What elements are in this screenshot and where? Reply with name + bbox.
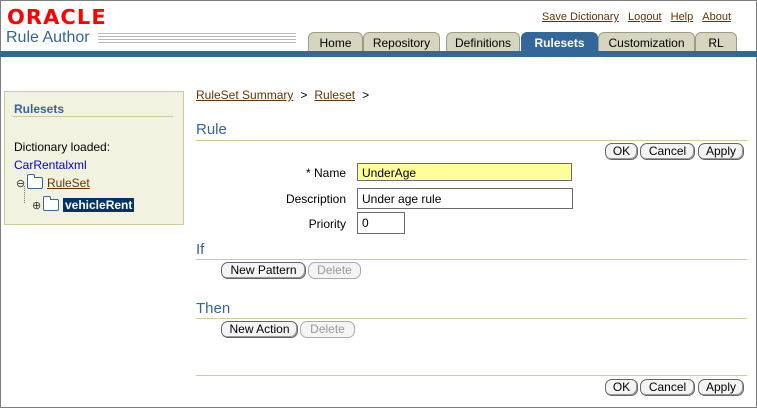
breadcrumb-separator: >	[362, 88, 370, 102]
tab-rulesets[interactable]: Rulesets	[521, 32, 598, 52]
then-divider	[196, 318, 747, 319]
name-label: * Name	[305, 166, 346, 180]
dictionary-name-link[interactable]: CarRentalxml	[14, 158, 87, 172]
rule-heading: Rule	[196, 121, 227, 138]
folder-icon	[27, 174, 43, 189]
priority-field[interactable]: 0	[357, 212, 405, 234]
if-heading: If	[196, 241, 205, 258]
footer-cancel-button[interactable]: Cancel	[640, 379, 695, 396]
tree-node-vehiclerent: ⊕ vehicleRent	[32, 196, 135, 212]
help-link[interactable]: Help	[671, 11, 694, 23]
footer-divider	[196, 375, 747, 376]
title-decoration	[98, 33, 296, 45]
rule-divider	[196, 140, 747, 141]
description-label: Description	[285, 192, 346, 206]
footer-apply-button[interactable]: Apply	[698, 379, 744, 396]
vehiclerent-node[interactable]: vehicleRent	[63, 198, 135, 212]
collapse-icon[interactable]: ⊖	[16, 177, 26, 190]
ruleset-link[interactable]: RuleSet	[47, 176, 90, 190]
apply-button[interactable]: Apply	[698, 143, 744, 160]
global-links: Save Dictionary Logout Help About	[533, 11, 731, 23]
save-dictionary-link[interactable]: Save Dictionary	[542, 11, 619, 23]
tab-repository[interactable]: Repository	[363, 32, 440, 52]
priority-label: Priority	[308, 217, 346, 231]
breadcrumb: RuleSet Summary > Ruleset >	[196, 88, 376, 102]
new-action-button[interactable]: New Action	[221, 321, 298, 338]
tab-definitions[interactable]: Definitions	[446, 32, 520, 52]
delete-pattern-button[interactable]: Delete	[308, 262, 361, 279]
breadcrumb-ruleset[interactable]: Ruleset	[314, 88, 355, 102]
folder-icon	[43, 196, 59, 211]
tab-underline	[0, 51, 757, 57]
tab-home[interactable]: Home	[308, 32, 363, 52]
rulesets-sidebar: Rulesets Dictionary loaded: CarRentalxml…	[4, 91, 184, 225]
new-pattern-button[interactable]: New Pattern	[221, 262, 306, 279]
expand-icon[interactable]: ⊕	[32, 199, 42, 212]
tree-node-ruleset: ⊖ RuleSet	[16, 174, 90, 190]
sidebar-heading: Rulesets	[14, 102, 65, 116]
app-title: Rule Author	[6, 29, 90, 46]
description-field[interactable]: Under age rule	[357, 188, 573, 209]
breadcrumb-separator: >	[300, 88, 308, 102]
tab-customization[interactable]: Customization	[598, 32, 695, 52]
if-divider	[196, 259, 747, 260]
logout-link[interactable]: Logout	[628, 11, 662, 23]
breadcrumb-ruleset-summary[interactable]: RuleSet Summary	[196, 88, 293, 102]
footer-ok-button[interactable]: OK	[605, 379, 638, 396]
dictionary-loaded-label: Dictionary loaded:	[14, 140, 111, 154]
sidebar-divider	[13, 116, 173, 117]
then-heading: Then	[196, 300, 231, 317]
about-link[interactable]: About	[702, 11, 731, 23]
name-field[interactable]: UnderAge	[357, 163, 572, 181]
oracle-logo: ORACLE	[7, 5, 107, 29]
delete-action-button[interactable]: Delete	[300, 321, 355, 338]
tab-rl[interactable]: RL	[695, 32, 737, 52]
ok-button[interactable]: OK	[605, 143, 638, 160]
cancel-button[interactable]: Cancel	[640, 143, 695, 160]
